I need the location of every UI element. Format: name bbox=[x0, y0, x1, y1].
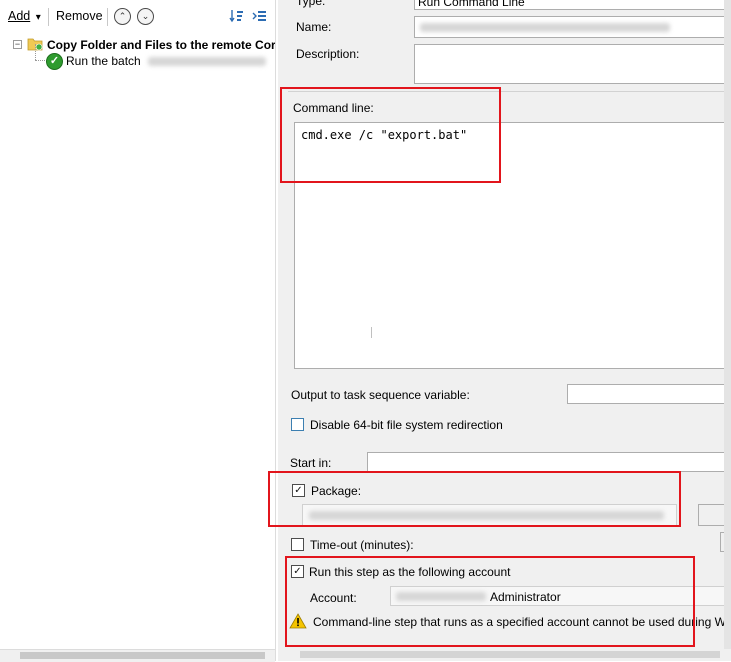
type-label: Type: bbox=[296, 0, 326, 8]
redacted-text bbox=[420, 23, 670, 32]
indent-icon[interactable] bbox=[252, 8, 268, 24]
disable-redirection-checkbox[interactable] bbox=[291, 418, 304, 431]
output-variable-input[interactable] bbox=[567, 384, 731, 404]
tree-connector-line bbox=[35, 44, 37, 60]
move-up-icon[interactable]: ⌃ bbox=[114, 8, 131, 25]
scrollbar-thumb[interactable] bbox=[300, 651, 720, 658]
toolbar-separator bbox=[107, 8, 108, 26]
type-value-text: Run Command Line bbox=[418, 0, 525, 9]
disable-redirection-label: Disable 64-bit file system redirection bbox=[310, 418, 503, 432]
start-in-label: Start in: bbox=[290, 456, 332, 470]
text-cursor-icon bbox=[371, 327, 372, 338]
description-input[interactable] bbox=[414, 44, 731, 84]
annotation-box-package bbox=[268, 471, 681, 527]
add-dropdown-arrow-icon: ▾ bbox=[35, 12, 41, 23]
scrollbar-thumb[interactable] bbox=[20, 652, 265, 659]
vertical-scrollbar[interactable] bbox=[724, 0, 731, 661]
name-label: Name: bbox=[296, 20, 332, 34]
group-label: Copy Folder and Files to the remote Cor bbox=[47, 38, 275, 52]
start-in-input[interactable] bbox=[367, 452, 731, 472]
task-sequence-tree-pane: Add ▾ Remove ⌃ ⌄ − Copy Folder and Files… bbox=[0, 0, 276, 662]
remove-label: Remove bbox=[56, 9, 103, 23]
group-collapse-icon[interactable]: − bbox=[13, 40, 22, 49]
pane-bottom-strip bbox=[278, 649, 731, 661]
name-input[interactable] bbox=[414, 16, 731, 38]
success-check-icon: ✓ bbox=[46, 53, 63, 70]
redacted-text bbox=[148, 57, 267, 67]
tree-group-item[interactable]: Copy Folder and Files to the remote Cor bbox=[47, 38, 275, 52]
move-down-icon[interactable]: ⌄ bbox=[137, 8, 154, 25]
sort-order-icon[interactable] bbox=[229, 8, 245, 24]
type-value: Run Command Line bbox=[414, 0, 731, 10]
toolbar-separator bbox=[48, 8, 49, 26]
add-button[interactable]: Add ▾ bbox=[8, 9, 41, 23]
output-variable-label: Output to task sequence variable: bbox=[291, 388, 470, 402]
annotation-box-command-line bbox=[280, 87, 501, 183]
timeout-label: Time-out (minutes): bbox=[310, 538, 414, 552]
timeout-checkbox[interactable] bbox=[291, 538, 304, 551]
remove-button[interactable]: Remove bbox=[56, 9, 103, 23]
annotation-box-run-as-account bbox=[285, 556, 695, 647]
description-label: Description: bbox=[296, 47, 360, 61]
step-label: Run the batch bbox=[66, 54, 141, 68]
horizontal-scrollbar[interactable] bbox=[0, 649, 275, 662]
tree-step-item[interactable]: Run the batch bbox=[66, 54, 267, 68]
add-label: Add bbox=[8, 9, 31, 23]
tree-connector-line bbox=[35, 60, 45, 62]
